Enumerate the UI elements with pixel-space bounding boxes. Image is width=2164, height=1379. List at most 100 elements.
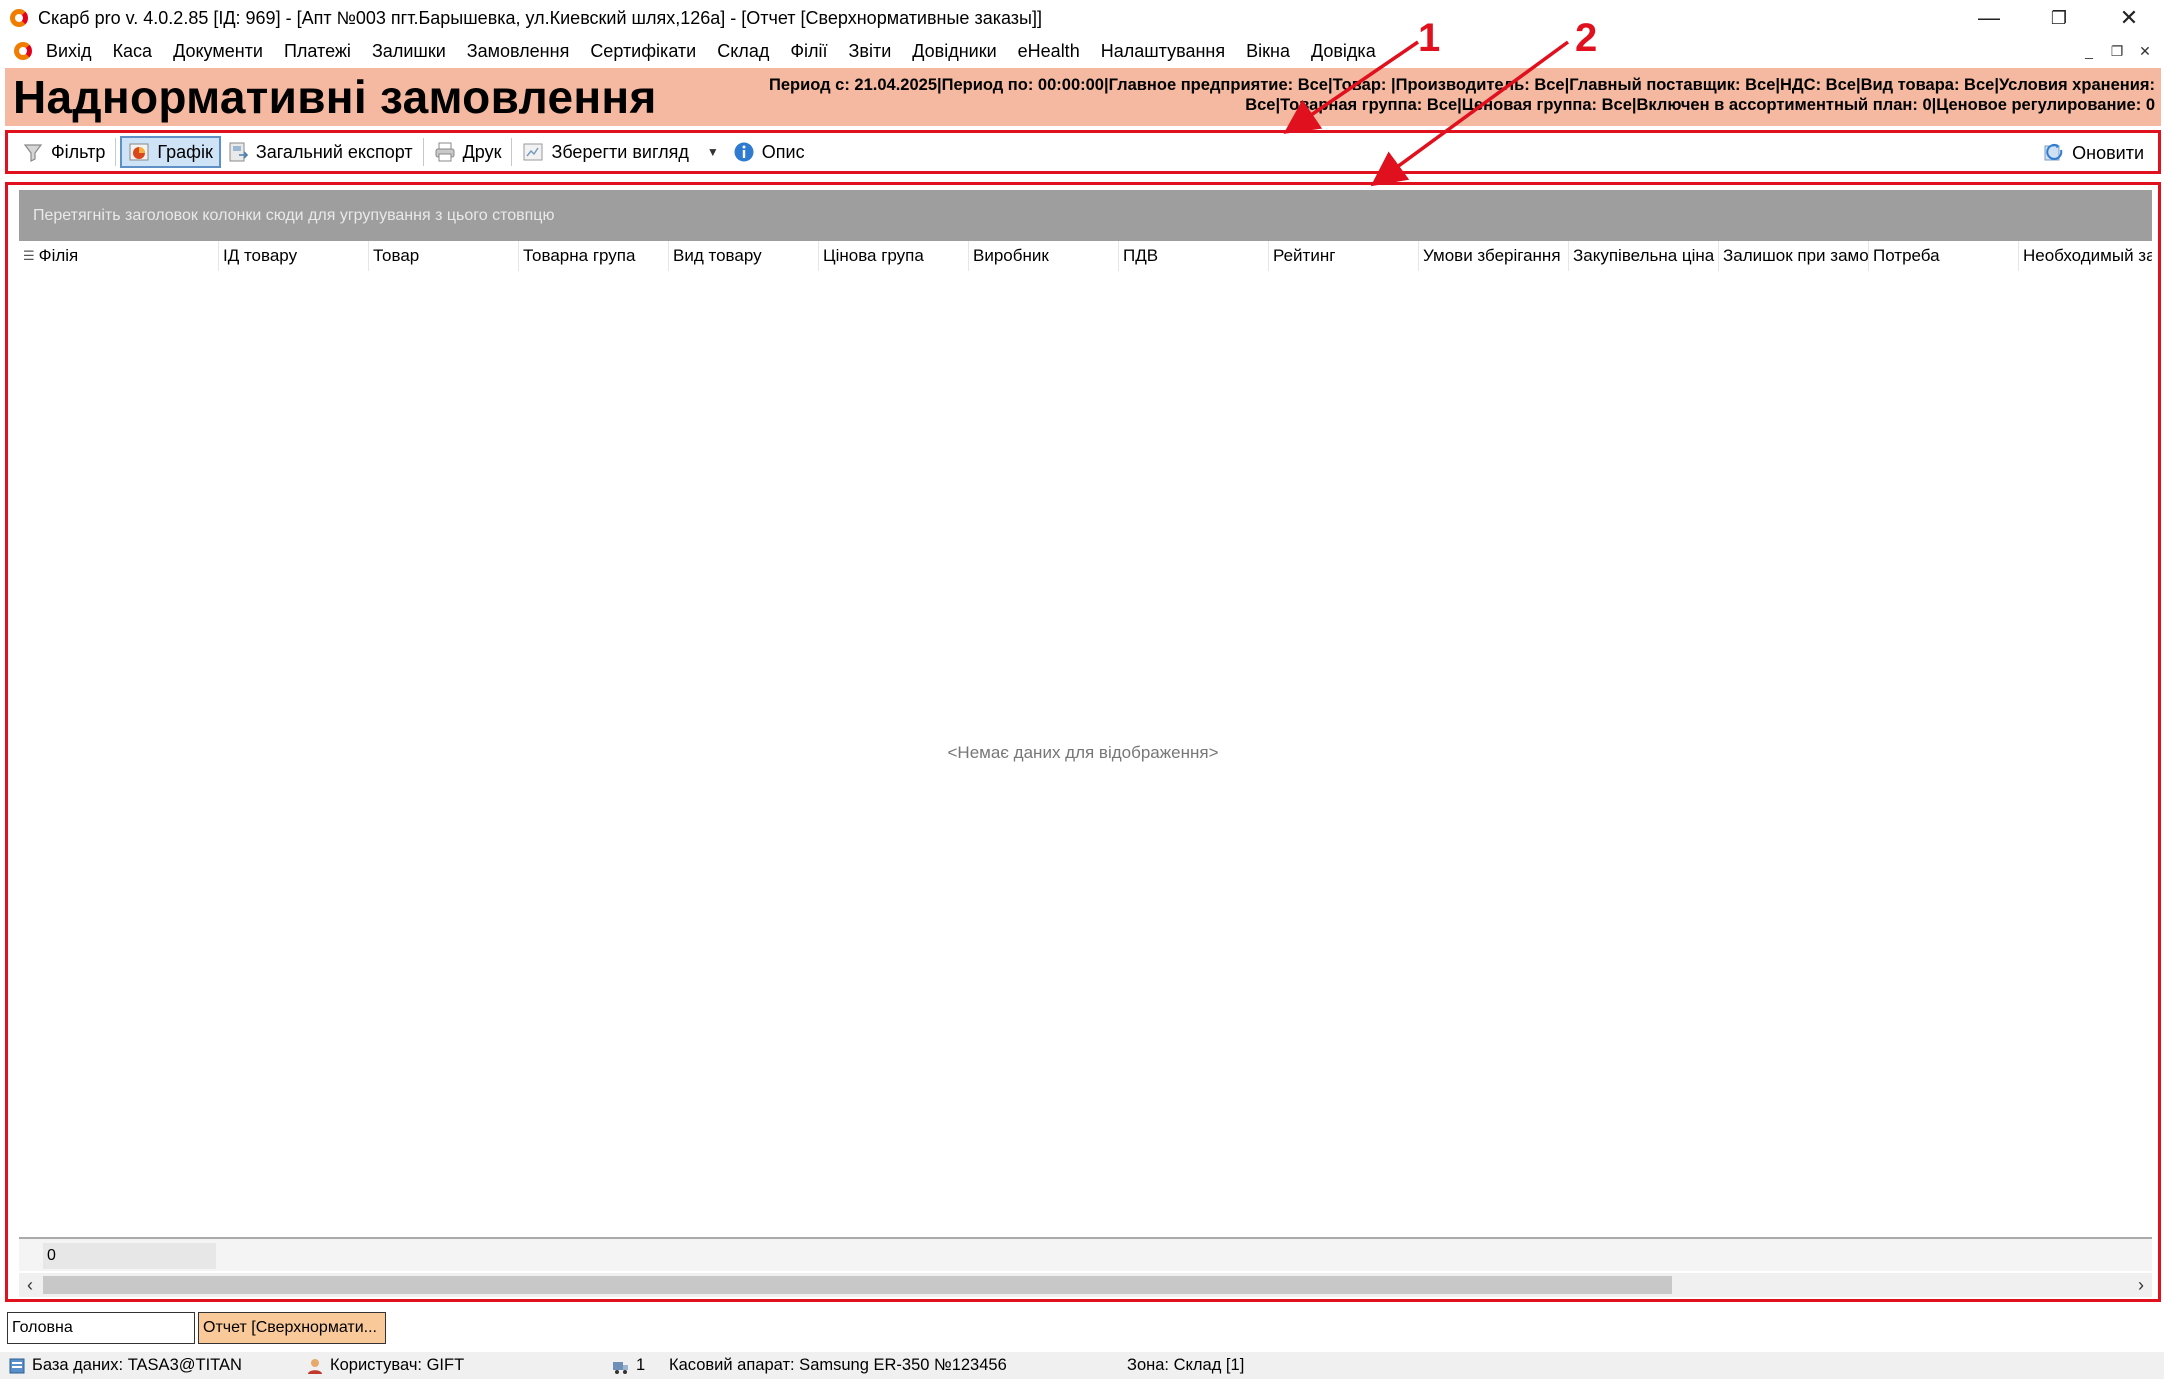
column-chooser-icon[interactable]: ☰: [23, 248, 35, 264]
group-by-panel[interactable]: Перетягніть заголовок колонки сюди для у…: [19, 190, 2152, 241]
column-header-required-order[interactable]: Необходимый заказ: [2019, 241, 2152, 271]
mdi-close-button[interactable]: ✕: [2134, 40, 2156, 62]
menu-item-ehealth[interactable]: eHealth: [1018, 41, 1080, 62]
column-header-row: ☰ Філія ІД товару Товар Товарна група Ви…: [19, 241, 2152, 271]
window-title: Скарб pro v. 4.0.2.85 [ІД: 969] - [Апт №…: [38, 7, 1042, 28]
status-queue-count: 1: [636, 1356, 646, 1374]
close-button[interactable]: ✕: [2094, 0, 2164, 36]
toolbar-separator: [511, 138, 513, 166]
export-button[interactable]: Загальний експорт: [221, 136, 419, 168]
column-header-label: Умови зберігання: [1423, 246, 1561, 265]
column-header-demand[interactable]: Потреба: [1869, 241, 2019, 271]
menu-item-windows[interactable]: Вікна: [1246, 41, 1290, 62]
scroll-right-icon[interactable]: ›: [2130, 1273, 2152, 1297]
toolbar: Фільтр Графік Загальний експорт Друк Збе…: [5, 130, 2161, 174]
tab-main[interactable]: Головна: [7, 1312, 195, 1344]
column-header-label: Рейтинг: [1273, 246, 1336, 265]
refresh-button[interactable]: Оновити: [2037, 137, 2150, 169]
menu-bar: Вихід Каса Документи Платежі Залишки Зам…: [0, 36, 2164, 66]
menu-item-certificates[interactable]: Сертифікати: [590, 41, 696, 62]
column-header-label: Виробник: [973, 246, 1049, 265]
toolbar-separator: [115, 138, 117, 166]
menu-item-settings[interactable]: Налаштування: [1101, 41, 1225, 62]
report-header: Наднормативні замовлення Период с: 21.04…: [5, 68, 2161, 126]
menu-item-reports[interactable]: Звіти: [849, 41, 892, 62]
filter-summary-line-1: Период с: 21.04.2025|Период по: 00:00:00…: [768, 76, 2155, 94]
mdi-controls: _ ❐ ✕: [2078, 40, 2156, 62]
column-header-storage-conditions[interactable]: Умови зберігання: [1419, 241, 1569, 271]
menu-item-stock[interactable]: Залишки: [372, 41, 446, 62]
column-header-label: Цінова група: [823, 246, 924, 265]
restore-button[interactable]: ❐: [2024, 0, 2094, 36]
column-header-product-group[interactable]: Товарна група: [519, 241, 669, 271]
group-by-hint: Перетягніть заголовок колонки сюди для у…: [33, 206, 555, 224]
save-view-dropdown-icon[interactable]: ▼: [707, 145, 719, 159]
menu-item-exit[interactable]: Вихід: [46, 41, 92, 62]
column-header-branch[interactable]: ☰ Філія: [19, 241, 219, 271]
column-header-purchase-price[interactable]: Закупівельна ціна: [1569, 241, 1719, 271]
description-button[interactable]: Опис: [727, 136, 811, 168]
column-header-vat[interactable]: ПДВ: [1119, 241, 1269, 271]
horizontal-scrollbar[interactable]: ‹ ›: [19, 1273, 2152, 1297]
annotation-number-1: 1: [1418, 16, 1441, 60]
description-button-label: Опис: [761, 141, 805, 162]
status-queue: 1: [612, 1356, 645, 1375]
filter-button-label: Фільтр: [51, 141, 106, 162]
annotation-number-2: 2: [1575, 16, 1598, 60]
column-header-label: Вид товару: [673, 246, 762, 265]
column-header-label: Товарна група: [523, 246, 636, 265]
save-view-button[interactable]: Зберегти вигляд: [516, 136, 694, 168]
minimize-button[interactable]: —: [1954, 0, 2024, 36]
menu-item-branches[interactable]: Філії: [790, 41, 827, 62]
status-cash-register: Касовий апарат: Samsung ER-350 №123456: [669, 1356, 1007, 1374]
print-button[interactable]: Друк: [428, 136, 508, 168]
refresh-button-label: Оновити: [2072, 142, 2144, 163]
menu-item-warehouse[interactable]: Склад: [717, 41, 769, 62]
column-header-rating[interactable]: Рейтинг: [1269, 241, 1419, 271]
user-icon: [308, 1358, 322, 1374]
menu-logo-icon: [12, 40, 34, 62]
tab-report[interactable]: Отчет [Сверхнормати...: [198, 1312, 386, 1344]
mdi-minimize-button[interactable]: _: [2078, 40, 2100, 62]
database-icon: [9, 1358, 25, 1373]
status-user: Користувач: GIFT: [306, 1356, 464, 1375]
printer-icon: [435, 142, 455, 162]
scrollbar-thumb[interactable]: [43, 1276, 1672, 1294]
column-header-product[interactable]: Товар: [369, 241, 519, 271]
window-titlebar: Скарб pro v. 4.0.2.85 [ІД: 969] - [Апт №…: [0, 0, 2164, 36]
column-header-label: Залишок при замовленні: [1723, 246, 1869, 265]
column-header-price-group[interactable]: Цінова група: [819, 241, 969, 271]
mdi-restore-button[interactable]: ❐: [2106, 40, 2128, 62]
status-bar: База даних: TASA3@TITAN Користувач: GIFT…: [0, 1352, 2164, 1379]
column-header-label: Потреба: [1873, 246, 1940, 265]
column-header-label: Закупівельна ціна: [1573, 246, 1715, 265]
window-controls: — ❐ ✕: [1954, 0, 2164, 36]
menu-item-help[interactable]: Довідка: [1311, 41, 1376, 62]
scroll-left-icon[interactable]: ‹: [19, 1273, 41, 1297]
filter-button[interactable]: Фільтр: [16, 136, 111, 168]
app-logo-icon: [8, 7, 30, 29]
funnel-icon: [23, 144, 43, 162]
empty-grid-message: <Немає даних для відображення>: [947, 743, 1219, 762]
data-grid: Перетягніть заголовок колонки сюди для у…: [5, 182, 2161, 1302]
status-zone: Зона: Склад [1]: [1127, 1356, 1245, 1374]
filter-summary-line-2: Все|Товарная группа: Все|Ценовая группа:…: [1245, 96, 2155, 114]
column-header-product-type[interactable]: Вид товару: [669, 241, 819, 271]
menu-item-directories[interactable]: Довідники: [912, 41, 996, 62]
menu-item-documents[interactable]: Документи: [173, 41, 263, 62]
grid-summary-footer: 0: [19, 1237, 2152, 1271]
column-header-manufacturer[interactable]: Виробник: [969, 241, 1119, 271]
menu-item-orders[interactable]: Замовлення: [467, 41, 570, 62]
status-user-label: Користувач: GIFT: [330, 1356, 465, 1374]
column-header-product-id[interactable]: ІД товару: [219, 241, 369, 271]
save-view-button-label: Зберегти вигляд: [551, 141, 689, 162]
column-header-label: Філія: [38, 246, 79, 265]
column-header-label: ПДВ: [1123, 246, 1159, 265]
toolbar-separator: [422, 138, 424, 166]
chart-button[interactable]: Графік: [120, 136, 221, 168]
column-header-stock-at-order[interactable]: Залишок при замовленні: [1719, 241, 1869, 271]
column-header-label: ІД товару: [223, 246, 298, 265]
truck-icon: [613, 1361, 628, 1374]
menu-item-payments[interactable]: Платежі: [284, 41, 351, 62]
menu-item-cash[interactable]: Каса: [113, 41, 153, 62]
